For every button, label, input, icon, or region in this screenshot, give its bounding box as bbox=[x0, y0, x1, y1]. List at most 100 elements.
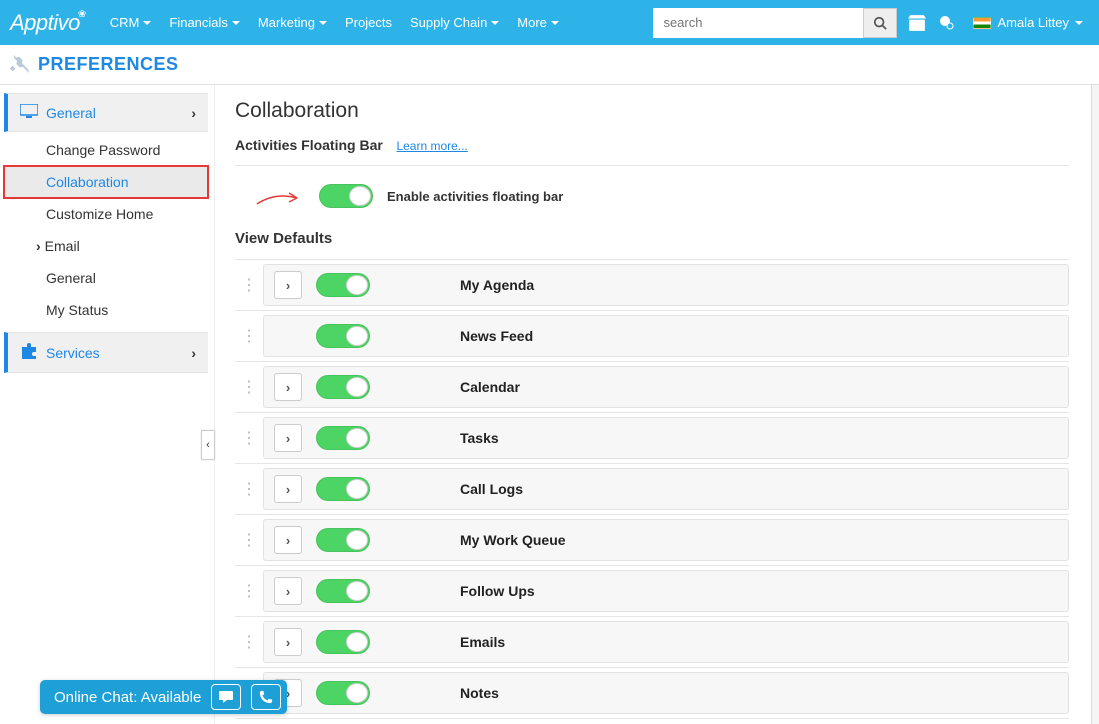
view-toggle[interactable] bbox=[316, 477, 370, 501]
sidebar-services-label: Services bbox=[46, 345, 100, 361]
leaf-icon: ❀ bbox=[78, 9, 86, 20]
brand-text: Apptivo bbox=[10, 10, 80, 36]
top-nav-menu: CRM Financials Marketing Projects Supply… bbox=[102, 9, 567, 36]
expand-button[interactable]: › bbox=[274, 475, 302, 503]
expand-button[interactable]: › bbox=[274, 628, 302, 656]
drag-handle-icon[interactable]: ⋮ bbox=[235, 479, 263, 499]
toggle-knob bbox=[346, 581, 368, 601]
view-label: My Agenda bbox=[460, 277, 534, 293]
nav-supply-chain[interactable]: Supply Chain bbox=[402, 9, 507, 36]
drag-handle-icon[interactable]: ⋮ bbox=[235, 581, 263, 601]
sidebar-item-email[interactable]: › Email bbox=[4, 230, 208, 262]
sidebar-header-general[interactable]: General › bbox=[8, 94, 208, 131]
view-toggle-col bbox=[316, 324, 386, 348]
drag-handle-icon[interactable]: ⋮ bbox=[235, 632, 263, 652]
afb-label: Activities Floating Bar bbox=[235, 137, 383, 153]
nav-financials[interactable]: Financials bbox=[161, 9, 248, 36]
nav-crm-label: CRM bbox=[110, 15, 140, 30]
drag-handle-icon[interactable]: ⋮ bbox=[235, 530, 263, 550]
view-toggle[interactable] bbox=[316, 579, 370, 603]
view-toggle[interactable] bbox=[316, 630, 370, 654]
afb-heading-row: Activities Floating Bar Learn more... bbox=[235, 137, 1069, 153]
view-label: Emails bbox=[460, 634, 505, 650]
view-default-card: › Emails bbox=[263, 621, 1069, 663]
nav-marketing[interactable]: Marketing bbox=[250, 9, 335, 36]
view-toggle-col bbox=[316, 630, 386, 654]
sidebar-item-change-password[interactable]: Change Password bbox=[4, 134, 208, 166]
nav-more-label: More bbox=[517, 15, 547, 30]
user-menu[interactable]: Amala Littey bbox=[967, 15, 1089, 30]
store-icon bbox=[908, 14, 926, 32]
nav-financials-label: Financials bbox=[169, 15, 228, 30]
chat-message-button[interactable] bbox=[211, 684, 241, 710]
view-default-row: ⋮ › Notes bbox=[235, 668, 1069, 719]
notifications-icon[interactable] bbox=[937, 13, 957, 33]
sidebar-item-my-status[interactable]: My Status bbox=[4, 294, 208, 326]
view-label: Follow Ups bbox=[460, 583, 535, 599]
enable-afb-label: Enable activities floating bar bbox=[387, 189, 563, 204]
view-default-row: ⋮ › Emails bbox=[235, 617, 1069, 668]
search-input[interactable] bbox=[653, 8, 863, 38]
view-toggle[interactable] bbox=[316, 324, 370, 348]
drag-handle-icon[interactable]: ⋮ bbox=[235, 377, 263, 397]
nav-marketing-label: Marketing bbox=[258, 15, 315, 30]
view-default-row: ⋮ › Call Logs bbox=[235, 464, 1069, 515]
drag-handle-icon[interactable]: ⋮ bbox=[235, 275, 263, 295]
user-name: Amala Littey bbox=[997, 15, 1069, 30]
enable-afb-toggle[interactable] bbox=[319, 184, 373, 208]
view-toggle[interactable] bbox=[316, 375, 370, 399]
sidebar-collapse-handle[interactable]: ‹ bbox=[201, 430, 215, 460]
brand-logo[interactable]: Apptivo ❀ bbox=[10, 10, 88, 36]
sidebar-header-services[interactable]: Services › bbox=[8, 333, 208, 372]
toggle-knob bbox=[346, 632, 368, 652]
expand-button[interactable]: › bbox=[274, 577, 302, 605]
view-toggle[interactable] bbox=[316, 681, 370, 705]
view-toggle-col bbox=[316, 477, 386, 501]
view-default-card: › My Agenda bbox=[263, 264, 1069, 306]
toggle-knob bbox=[349, 186, 371, 206]
caret-down-icon bbox=[319, 21, 327, 25]
sidebar-group-services: Services › bbox=[4, 332, 208, 373]
learn-more-link[interactable]: Learn more... bbox=[396, 139, 467, 153]
view-default-card: › My Work Queue bbox=[263, 519, 1069, 561]
nav-projects[interactable]: Projects bbox=[337, 9, 400, 36]
view-default-row: ⋮ › My Agenda bbox=[235, 260, 1069, 311]
view-default-row: ⋮ › Follow Ups bbox=[235, 566, 1069, 617]
apps-icon[interactable] bbox=[907, 13, 927, 33]
view-default-row: ⋮ › My Work Queue bbox=[235, 515, 1069, 566]
view-toggle-col bbox=[316, 375, 386, 399]
view-toggle[interactable] bbox=[316, 273, 370, 297]
sidebar-item-customize-home[interactable]: Customize Home bbox=[4, 198, 208, 230]
main-content: Collaboration Activities Floating Bar Le… bbox=[215, 85, 1099, 724]
view-default-row: ⋮ › Calendar bbox=[235, 362, 1069, 413]
view-toggle[interactable] bbox=[316, 426, 370, 450]
chevron-right-icon: › bbox=[191, 105, 196, 121]
sidebar-item-general[interactable]: General bbox=[4, 262, 208, 294]
chat-status-text: Online Chat: Available bbox=[54, 689, 201, 706]
expand-button[interactable]: › bbox=[274, 424, 302, 452]
search-button[interactable] bbox=[863, 8, 897, 38]
scrollbar-track[interactable] bbox=[1091, 85, 1099, 724]
chat-call-button[interactable] bbox=[251, 684, 281, 710]
caret-down-icon bbox=[232, 21, 240, 25]
expand-button[interactable]: › bbox=[274, 373, 302, 401]
view-default-card: › News Feed bbox=[263, 315, 1069, 357]
global-search bbox=[653, 8, 897, 38]
divider bbox=[235, 165, 1069, 166]
sidebar-item-collaboration[interactable]: Collaboration bbox=[4, 166, 208, 198]
caret-down-icon bbox=[491, 21, 499, 25]
sidebar-general-label: General bbox=[46, 105, 96, 121]
nav-more[interactable]: More bbox=[509, 9, 567, 36]
view-toggle[interactable] bbox=[316, 528, 370, 552]
expand-button[interactable]: › bbox=[274, 271, 302, 299]
drag-handle-icon[interactable]: ⋮ bbox=[235, 326, 263, 346]
toggle-knob bbox=[346, 275, 368, 295]
expand-button[interactable]: › bbox=[274, 526, 302, 554]
arrow-annotation bbox=[255, 186, 305, 206]
preferences-title: PREFERENCES bbox=[38, 54, 179, 75]
puzzle-icon bbox=[20, 343, 40, 362]
chat-icon bbox=[218, 690, 234, 704]
nav-crm[interactable]: CRM bbox=[102, 9, 160, 36]
drag-handle-icon[interactable]: ⋮ bbox=[235, 428, 263, 448]
sidebar-email-label: Email bbox=[45, 238, 80, 254]
